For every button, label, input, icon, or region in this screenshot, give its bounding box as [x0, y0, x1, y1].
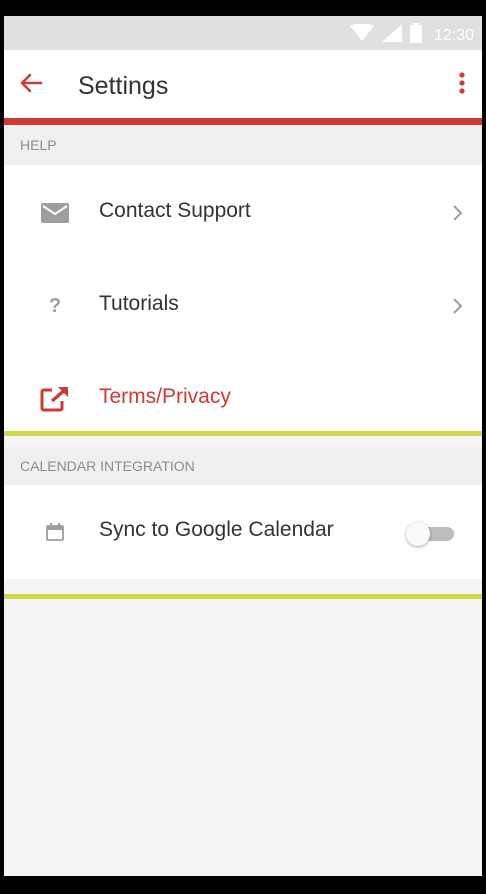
list-item-contact-support[interactable]: Contact Support — [4, 183, 482, 243]
app-bar-accent-divider — [4, 118, 482, 125]
help-icon: ? — [48, 294, 62, 317]
overflow-menu-button[interactable] — [452, 70, 472, 100]
arrow-back-icon — [19, 73, 43, 98]
app-bar: Settings — [4, 50, 482, 118]
list-item-tutorials[interactable]: ? Tutorials — [4, 276, 482, 336]
list-item-terms-privacy[interactable]: Terms/Privacy — [4, 369, 482, 429]
mail-icon — [38, 197, 72, 229]
contact-support-label: Contact Support — [99, 199, 251, 222]
section-header-help: HELP — [4, 125, 482, 165]
battery-icon — [409, 23, 422, 48]
settings-screen: 12:30 Settings HELP Contact Support ? Tu… — [4, 16, 482, 876]
section-header-calendar: CALENDAR INTEGRATION — [4, 447, 482, 485]
status-time: 12:30 — [433, 26, 474, 44]
empty-content-area — [4, 599, 482, 876]
chevron-right-icon — [446, 294, 470, 318]
more-vert-icon — [459, 71, 465, 99]
wifi-icon — [349, 23, 374, 47]
chevron-right-icon — [446, 201, 470, 225]
status-bar: 12:30 — [4, 16, 482, 50]
sync-calendar-toggle[interactable] — [406, 522, 454, 546]
help-list: Contact Support ? Tutorials Terms/Privac… — [4, 165, 482, 431]
back-button[interactable] — [16, 70, 46, 100]
terms-privacy-label: Terms/Privacy — [99, 385, 231, 408]
section-divider-highlight — [4, 431, 482, 436]
open-in-new-icon — [38, 383, 72, 415]
sync-google-calendar-label: Sync to Google Calendar — [99, 518, 334, 541]
calendar-list: Sync to Google Calendar — [4, 485, 482, 579]
status-icons: 12:30 — [349, 23, 474, 48]
calendar-icon — [38, 516, 72, 548]
page-title: Settings — [78, 72, 169, 100]
tutorials-label: Tutorials — [99, 292, 179, 315]
toggle-thumb — [406, 522, 430, 546]
list-item-sync-google-calendar[interactable]: Sync to Google Calendar — [4, 502, 482, 562]
signal-icon — [381, 24, 402, 47]
